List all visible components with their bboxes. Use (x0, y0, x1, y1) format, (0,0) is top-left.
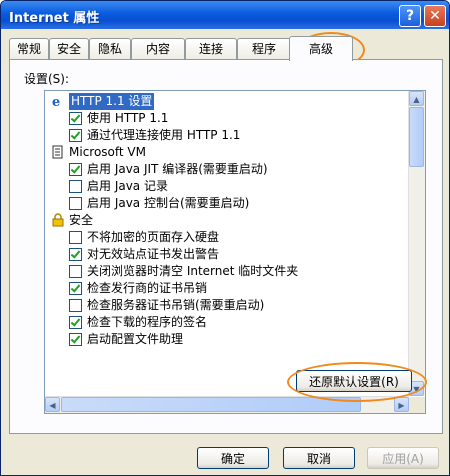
highlight-ring (287, 362, 427, 402)
tab-connections[interactable]: 连接 (185, 38, 237, 59)
checkbox[interactable] (69, 112, 82, 125)
help-button[interactable]: ? (399, 5, 421, 27)
horizontal-scroll-thumb[interactable] (61, 397, 361, 412)
lock-icon (51, 213, 65, 227)
option-label: 检查发行商的证书吊销 (87, 281, 208, 295)
option-label: 使用 HTTP 1.1 (87, 111, 169, 125)
option-label: 通过代理连接使用 HTTP 1.1 (87, 128, 241, 142)
checkbox[interactable] (69, 282, 82, 295)
option-label: 不将加密的页面存入硬盘 (87, 230, 220, 244)
settings-label: 设置(S): (24, 72, 70, 86)
scroll-left-button[interactable]: ◀ (45, 397, 60, 412)
internet-properties-window: Internet 属性 ? ✕ 常规 安全 隐私 内容 连接 程序 高级 设置(… (0, 0, 450, 476)
title-bar[interactable]: Internet 属性 ? ✕ (1, 1, 449, 29)
tab-security[interactable]: 安全 (49, 38, 89, 59)
vertical-scroll-thumb[interactable] (409, 107, 424, 167)
checkbox[interactable] (69, 180, 82, 193)
close-button[interactable]: ✕ (424, 5, 446, 27)
window-title: Internet 属性 (9, 11, 100, 26)
tab-privacy[interactable]: 隐私 (89, 38, 131, 59)
checkbox[interactable] (69, 265, 82, 278)
option-label: 启用 Java 控制台(需要重启动) (87, 196, 250, 210)
scroll-right-button[interactable]: ▶ (394, 397, 409, 412)
option-label: 启用 Java 记录 (87, 179, 168, 193)
checkbox[interactable] (69, 231, 82, 244)
scroll-up-button[interactable]: ▲ (409, 91, 424, 106)
option-label: 检查下载的程序的签名 (87, 315, 208, 329)
scroll-corner (409, 397, 425, 413)
option-label: 对无效站点证书发出警告 (87, 247, 220, 261)
checkbox[interactable] (69, 129, 82, 142)
option-label: 启动配置文件助理 (87, 332, 184, 346)
option-label: 关闭浏览器时清空 Internet 临时文件夹 (87, 264, 299, 278)
document-icon (51, 145, 65, 159)
tab-programs[interactable]: 程序 (237, 38, 291, 59)
checkbox[interactable] (69, 248, 82, 261)
tab-content[interactable]: 内容 (131, 38, 185, 59)
cancel-button[interactable]: 取消 (283, 447, 355, 469)
checkbox[interactable] (69, 299, 82, 312)
option-label: 启用 Java JIT 编译器(需要重启动) (87, 162, 268, 176)
checkbox[interactable] (69, 163, 82, 176)
tab-general[interactable]: 常规 (9, 38, 49, 59)
option-label: 检查服务器证书吊销(需要重启动) (87, 298, 265, 312)
checkbox[interactable] (69, 333, 82, 346)
checkbox[interactable] (69, 197, 82, 210)
tab-advanced[interactable]: 高级 (289, 36, 353, 61)
svg-text:e: e (52, 95, 60, 108)
vertical-scrollbar[interactable]: ▲ ▼ (408, 91, 425, 396)
checkbox[interactable] (69, 316, 82, 329)
ie-icon: e (51, 94, 65, 110)
ok-button[interactable]: 确定 (197, 447, 269, 469)
category-label: HTTP 1.1 设置 (69, 93, 155, 110)
category-label: 安全 (69, 213, 94, 227)
category-label: Microsoft VM (69, 145, 146, 159)
apply-button[interactable]: 应用(A) (367, 447, 439, 469)
